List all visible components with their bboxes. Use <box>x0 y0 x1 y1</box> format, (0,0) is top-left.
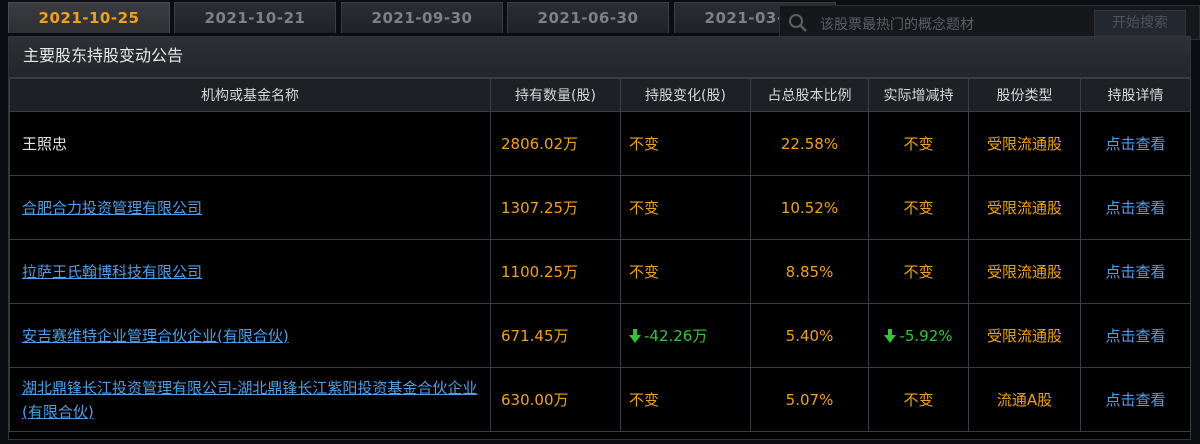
share-type-cell: 受限流通股 <box>968 111 1081 176</box>
holding-change-cell: 不变 <box>620 175 751 240</box>
col-header-qty: 持有数量(股) <box>490 78 621 112</box>
share-ratio: 22.58% <box>750 111 869 176</box>
share-type: 受限流通股 <box>986 326 1062 345</box>
table-header-row: 机构或基金名称 持有数量(股) 持股变化(股) 占总股本比例 实际增减持 股份类… <box>9 78 1191 112</box>
detail-cell: 点击查看 <box>1080 303 1191 368</box>
col-header-actual: 实际增减持 <box>868 78 969 112</box>
holding-qty: 2806.02万 <box>490 111 621 176</box>
share-type-cell: 受限流通股 <box>968 239 1081 304</box>
actual-change: -5.92% <box>899 326 953 345</box>
tab-2021-09-30[interactable]: 2021-09-30 <box>341 2 503 33</box>
col-header-name: 机构或基金名称 <box>9 78 491 112</box>
name-cell: 湖北鼎锋长江投资管理有限公司-湖北鼎锋长江紫阳投资基金合伙企业(有限合伙) <box>9 367 491 432</box>
view-detail-link[interactable]: 点击查看 <box>1105 327 1165 345</box>
share-ratio: 10.52% <box>750 175 869 240</box>
table-row: 安吉赛维特企业管理合伙企业(有限合伙) 671.45万 -42.26万 5.40% -5… <box>9 303 1191 368</box>
holding-qty: 1307.25万 <box>490 175 621 240</box>
down-arrow-icon <box>884 327 899 345</box>
detail-cell: 点击查看 <box>1080 175 1191 240</box>
holding-change: 不变 <box>629 198 660 217</box>
share-type-cell: 受限流通股 <box>968 303 1081 368</box>
share-ratio: 5.07% <box>750 367 869 432</box>
detail-cell: 点击查看 <box>1080 367 1191 432</box>
share-type: 受限流通股 <box>986 262 1062 281</box>
date-tab-bar: 2021-10-25 2021-10-21 2021-09-30 2021-06… <box>0 0 1200 40</box>
panel-title: 主要股东持股变动公告 <box>9 37 1190 78</box>
shareholder-name-link[interactable]: 拉萨王氏翰博科技有限公司 <box>22 263 202 281</box>
view-detail-link[interactable]: 点击查看 <box>1105 391 1165 409</box>
shareholder-change-panel: 主要股东持股变动公告 机构或基金名称 持有数量(股) 持股变化(股) 占总股本比… <box>8 36 1191 440</box>
start-search-button[interactable]: 开始搜索 <box>1094 10 1186 36</box>
view-detail-link[interactable]: 点击查看 <box>1105 135 1165 153</box>
down-arrow-icon <box>629 327 644 345</box>
table-row: 拉萨王氏翰博科技有限公司 1100.25万 不变 8.85% 不变 受限流通股 点击查看 <box>9 239 1191 304</box>
actual-change: 不变 <box>903 134 934 153</box>
holding-qty: 630.00万 <box>490 367 621 432</box>
name-cell: 王照忠 <box>9 111 491 176</box>
concept-search-box[interactable]: 该股票最热门的概念题材 开始搜索 <box>779 5 1200 40</box>
tab-2021-06-30[interactable]: 2021-06-30 <box>507 2 669 33</box>
actual-change: 不变 <box>903 198 934 217</box>
holding-change: 不变 <box>629 262 660 281</box>
actual-change-cell: 不变 <box>868 175 969 240</box>
actual-change-cell: 不变 <box>868 367 969 432</box>
holding-qty: 1100.25万 <box>490 239 621 304</box>
shareholder-name-link[interactable]: 安吉赛维特企业管理合伙企业(有限合伙) <box>22 327 289 345</box>
name-cell: 安吉赛维特企业管理合伙企业(有限合伙) <box>9 303 491 368</box>
actual-change-cell: 不变 <box>868 239 969 304</box>
shareholder-table: 机构或基金名称 持有数量(股) 持股变化(股) 占总股本比例 实际增减持 股份类… <box>9 78 1191 432</box>
col-header-ratio: 占总股本比例 <box>750 78 869 112</box>
tab-2021-10-21[interactable]: 2021-10-21 <box>174 2 336 33</box>
holding-change-cell: 不变 <box>620 239 751 304</box>
table-row: 王照忠 2806.02万 不变 22.58% 不变 受限流通股 点击查看 <box>9 111 1191 176</box>
holding-change-cell: -42.26万 <box>620 303 751 368</box>
search-icon <box>788 13 808 37</box>
share-type-cell: 受限流通股 <box>968 175 1081 240</box>
shareholder-name-link[interactable]: 合肥合力投资管理有限公司 <box>22 199 202 217</box>
table-row: 湖北鼎锋长江投资管理有限公司-湖北鼎锋长江紫阳投资基金合伙企业(有限合伙) 630… <box>9 367 1191 432</box>
holding-qty: 671.45万 <box>490 303 621 368</box>
actual-change: 不变 <box>903 390 934 409</box>
share-type: 受限流通股 <box>986 134 1062 153</box>
actual-change: 不变 <box>903 262 934 281</box>
table-row: 合肥合力投资管理有限公司 1307.25万 不变 10.52% 不变 受限流通股 点击查看 <box>9 175 1191 240</box>
tab-2021-10-25[interactable]: 2021-10-25 <box>8 2 170 33</box>
holding-change: 不变 <box>629 390 660 409</box>
share-type: 受限流通股 <box>986 198 1062 217</box>
share-ratio: 8.85% <box>750 239 869 304</box>
holding-change-cell: 不变 <box>620 367 751 432</box>
name-cell: 拉萨王氏翰博科技有限公司 <box>9 239 491 304</box>
share-type-cell: 流通A股 <box>968 367 1081 432</box>
view-detail-link[interactable]: 点击查看 <box>1105 263 1165 281</box>
actual-change-cell: -5.92% <box>868 303 969 368</box>
col-header-type: 股份类型 <box>968 78 1081 112</box>
shareholder-name-link[interactable]: 湖北鼎锋长江投资管理有限公司-湖北鼎锋长江紫阳投资基金合伙企业(有限合伙) <box>22 379 477 421</box>
actual-change-cell: 不变 <box>868 111 969 176</box>
view-detail-link[interactable]: 点击查看 <box>1105 199 1165 217</box>
search-input[interactable]: 该股票最热门的概念题材 <box>820 14 974 34</box>
holding-change: -42.26万 <box>644 326 708 345</box>
name-cell: 合肥合力投资管理有限公司 <box>9 175 491 240</box>
col-header-change: 持股变化(股) <box>620 78 751 112</box>
shareholder-name: 王照忠 <box>22 134 68 153</box>
share-type: 流通A股 <box>996 390 1053 409</box>
detail-cell: 点击查看 <box>1080 239 1191 304</box>
holding-change-cell: 不变 <box>620 111 751 176</box>
col-header-detail: 持股详情 <box>1080 78 1191 112</box>
holding-change: 不变 <box>629 134 660 153</box>
share-ratio: 5.40% <box>750 303 869 368</box>
detail-cell: 点击查看 <box>1080 111 1191 176</box>
